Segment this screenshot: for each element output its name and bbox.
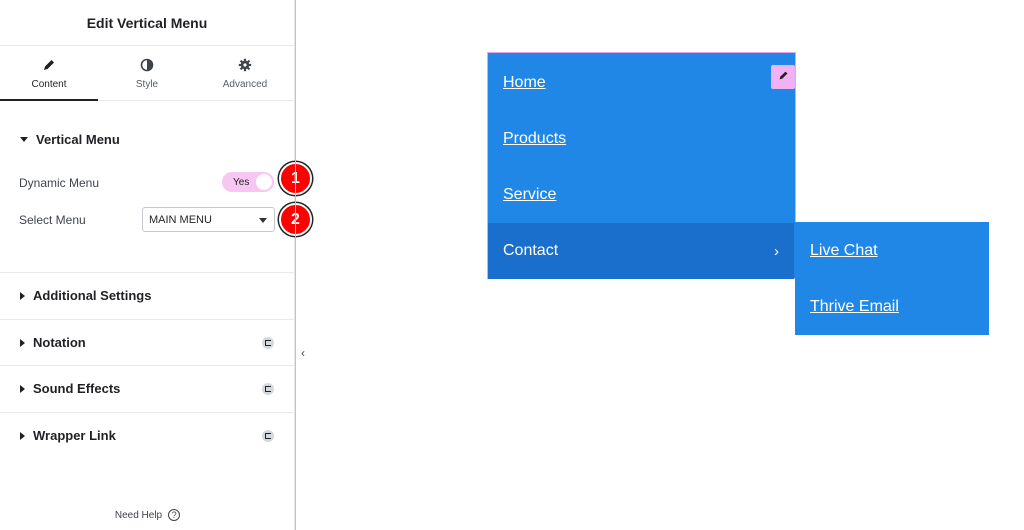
- panel-tabs: Content Style Advanced: [0, 46, 294, 101]
- panel-title: Edit Vertical Menu: [0, 0, 294, 46]
- submenu-item-live-chat[interactable]: Live Chat: [795, 223, 989, 279]
- caret-right-icon: [20, 338, 25, 347]
- canvas-edge-line: [295, 0, 296, 530]
- menu-item-home[interactable]: Home: [488, 55, 794, 111]
- tab-advanced-label: Advanced: [222, 79, 268, 90]
- chevron-right-icon: ›: [774, 242, 779, 260]
- edit-widget-button[interactable]: [771, 65, 795, 89]
- section-vertical-menu[interactable]: Vertical Menu: [0, 119, 294, 159]
- pencil-icon: [42, 56, 56, 74]
- section-sound-effects[interactable]: Sound Effects: [0, 365, 295, 411]
- need-help-link[interactable]: Need Help ?: [0, 509, 295, 521]
- select-menu-dropdown[interactable]: MAIN MENU: [142, 207, 275, 232]
- dynamic-menu-toggle[interactable]: Yes: [222, 172, 274, 192]
- tab-content-label: Content: [31, 79, 67, 90]
- section-vertical-menu-label: Vertical Menu: [36, 131, 120, 147]
- dynamic-menu-label: Dynamic Menu: [19, 176, 100, 190]
- caret-down-icon: [20, 136, 28, 142]
- section-additional-settings-label: Additional Settings: [33, 288, 152, 303]
- vertical-menu-widget: Home Products Service Contact ›: [487, 52, 796, 279]
- contrast-icon: [140, 56, 154, 74]
- menu-item-contact[interactable]: Contact ›: [488, 223, 794, 279]
- tab-advanced[interactable]: Advanced: [196, 46, 294, 100]
- need-help-label: Need Help: [114, 509, 163, 521]
- section-notation-label: Notation: [33, 335, 86, 350]
- menu-item-contact-label: Contact: [503, 242, 559, 259]
- collapse-panel-button[interactable]: ‹: [295, 330, 311, 376]
- menu-item-products[interactable]: Products: [488, 111, 794, 167]
- help-icon: ?: [168, 509, 181, 521]
- tab-content[interactable]: Content: [0, 46, 98, 101]
- submenu-item-thrive-email[interactable]: Thrive Email: [795, 279, 989, 335]
- caret-right-icon: [20, 431, 25, 440]
- caret-right-icon: [20, 291, 25, 300]
- chevron-left-icon: ‹: [301, 346, 305, 360]
- section-sound-effects-label: Sound Effects: [33, 381, 121, 396]
- pro-badge-icon: [262, 336, 274, 349]
- section-wrapper-link[interactable]: Wrapper Link: [0, 412, 295, 458]
- pencil-icon: [778, 68, 789, 86]
- caret-right-icon: [20, 384, 25, 393]
- menu-item-service[interactable]: Service: [488, 167, 794, 223]
- select-menu-value: MAIN MENU: [149, 213, 212, 226]
- section-notation[interactable]: Notation: [0, 319, 295, 365]
- section-wrapper-link-label: Wrapper Link: [33, 428, 116, 443]
- contact-submenu: Live Chat Thrive Email: [795, 222, 989, 335]
- pro-badge-icon: [262, 382, 274, 395]
- select-menu-label: Select Menu: [19, 213, 86, 227]
- dropdown-arrow-icon: [259, 218, 267, 223]
- gear-icon: [238, 56, 252, 74]
- tab-style-label: Style: [135, 79, 159, 90]
- toggle-value: Yes: [233, 176, 250, 188]
- pro-badge-icon: [262, 429, 274, 442]
- toggle-knob: [256, 174, 272, 190]
- section-additional-settings[interactable]: Additional Settings: [0, 272, 295, 318]
- tab-style[interactable]: Style: [98, 46, 196, 100]
